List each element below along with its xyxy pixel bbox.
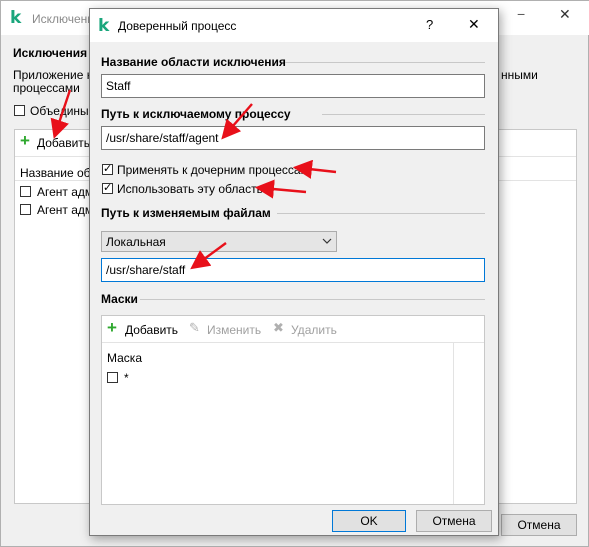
arrow-to-add-button [50, 89, 72, 139]
arrow-to-process-path [221, 103, 253, 140]
arrow-to-apply-children [292, 159, 337, 179]
arrow-to-use-scope [254, 179, 307, 199]
arrow-to-files-path [190, 242, 227, 270]
annotation-arrows [50, 89, 337, 270]
